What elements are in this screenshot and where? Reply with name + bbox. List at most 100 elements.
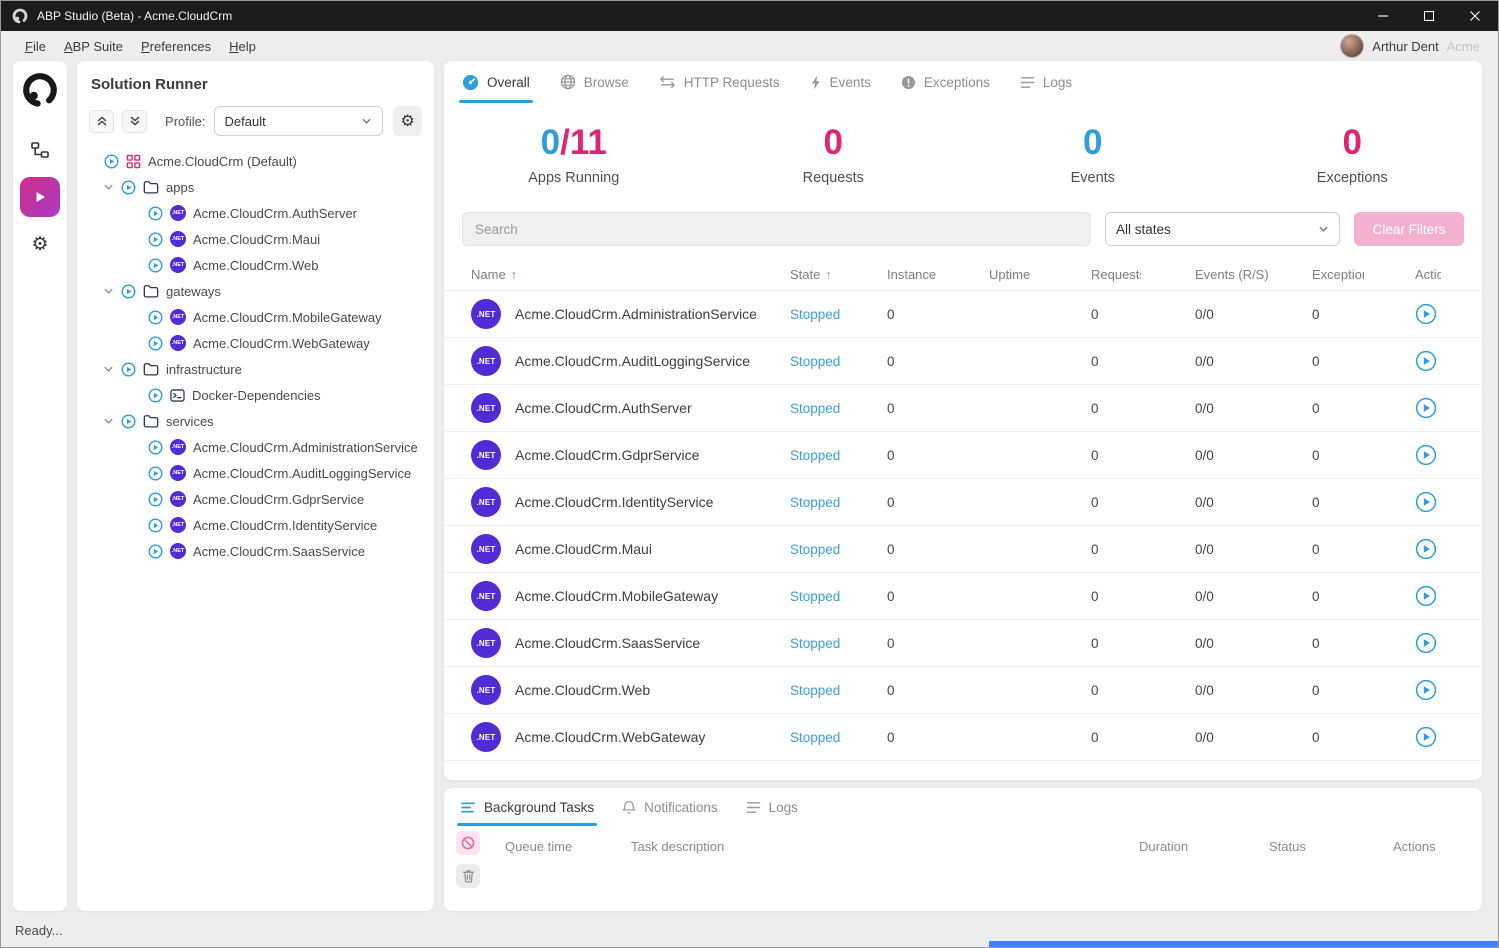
status-bar: Ready...	[1, 913, 76, 947]
clear-tasks-button[interactable]	[456, 864, 480, 888]
table-row[interactable]: .NET Acme.CloudCrm.WebGateway Stopped 0 …	[444, 714, 1482, 761]
tab-label: Background Tasks	[484, 800, 594, 815]
start-app-button[interactable]	[1415, 303, 1437, 325]
tab-background-tasks[interactable]: Background Tasks	[460, 788, 594, 826]
play-circle-icon[interactable]	[148, 492, 163, 507]
play-circle-icon[interactable]	[121, 284, 136, 299]
play-circle-icon[interactable]	[148, 440, 163, 455]
table-row[interactable]: .NET Acme.CloudCrm.IdentityService Stopp…	[444, 479, 1482, 526]
avatar[interactable]	[1340, 34, 1364, 58]
start-app-button[interactable]	[1415, 350, 1437, 372]
start-app-button[interactable]	[1415, 444, 1437, 466]
start-app-button[interactable]	[1415, 538, 1437, 560]
tree-item-app[interactable]: .NET Acme.CloudCrm.MobileGateway	[77, 304, 434, 330]
app-name: Acme.CloudCrm.IdentityService	[515, 494, 713, 510]
chevron-down-icon[interactable]	[103, 416, 114, 427]
tab-logs[interactable]: Logs	[1020, 61, 1072, 103]
tree-item-app[interactable]: .NET Acme.CloudCrm.AuditLoggingService	[77, 460, 434, 486]
search-input[interactable]	[462, 212, 1091, 246]
play-circle-icon[interactable]	[148, 544, 163, 559]
tree-item-folder[interactable]: services	[77, 408, 434, 434]
play-circle-icon[interactable]	[148, 518, 163, 533]
state-filter-select[interactable]: All states	[1105, 212, 1340, 246]
chevron-down-icon[interactable]	[103, 182, 114, 193]
play-circle-icon[interactable]	[148, 232, 163, 247]
menu-help[interactable]: Help	[229, 39, 256, 54]
play-circle-icon[interactable]	[148, 310, 163, 325]
tree-item-app[interactable]: .NET Acme.CloudCrm.WebGateway	[77, 330, 434, 356]
dotnet-icon-text: .NET	[172, 262, 185, 268]
expand-all-button[interactable]	[122, 110, 147, 133]
tab-bottom-logs[interactable]: Logs	[746, 788, 798, 826]
column-state[interactable]: State↑	[790, 267, 887, 282]
chevron-down-icon[interactable]	[103, 364, 114, 375]
tree-item-app[interactable]: .NET Acme.CloudCrm.Web	[77, 252, 434, 278]
tab-events[interactable]: Events	[810, 61, 871, 103]
play-circle-icon[interactable]	[104, 154, 119, 169]
clear-filters-button[interactable]: Clear Filters	[1354, 212, 1464, 246]
tab-http-requests[interactable]: HTTP Requests	[659, 61, 780, 103]
task-list-icon	[460, 801, 476, 814]
play-circle-icon[interactable]	[148, 466, 163, 481]
table-row[interactable]: .NET Acme.CloudCrm.GdprService Stopped 0…	[444, 432, 1482, 479]
tree-item-app[interactable]: .NET Acme.CloudCrm.GdprService	[77, 486, 434, 512]
menu-file[interactable]: File	[25, 39, 46, 54]
column-queue-time: Queue time	[505, 839, 631, 854]
cell-exceptions: 0	[1312, 730, 1415, 745]
minimize-button[interactable]	[1360, 1, 1406, 31]
play-circle-icon[interactable]	[148, 258, 163, 273]
solution-runner-button[interactable]	[20, 177, 60, 217]
table-row[interactable]: .NET Acme.CloudCrm.AuditLoggingService S…	[444, 338, 1482, 385]
folder-icon	[143, 362, 159, 376]
dotnet-icon-text: .NET	[476, 545, 495, 554]
tree-item-docker[interactable]: Docker-Dependencies	[77, 382, 434, 408]
start-app-button[interactable]	[1415, 491, 1437, 513]
table-row[interactable]: .NET Acme.CloudCrm.MobileGateway Stopped…	[444, 573, 1482, 620]
user-area[interactable]: Arthur Dent Acme	[1340, 34, 1480, 58]
table-row[interactable]: .NET Acme.CloudCrm.SaasService Stopped 0…	[444, 620, 1482, 667]
tree-item-folder[interactable]: gateways	[77, 278, 434, 304]
tab-exceptions[interactable]: Exceptions	[901, 61, 990, 103]
table-row[interactable]: .NET Acme.CloudCrm.Web Stopped 0 0 0/0 0	[444, 667, 1482, 714]
tree-item-app[interactable]: .NET Acme.CloudCrm.Maui	[77, 226, 434, 252]
play-circle-icon[interactable]	[148, 336, 163, 351]
play-circle-icon[interactable]	[121, 180, 136, 195]
start-app-button[interactable]	[1415, 585, 1437, 607]
dotnet-icon: .NET	[170, 439, 186, 455]
maximize-button[interactable]	[1406, 1, 1452, 31]
tab-notifications[interactable]: Notifications	[622, 788, 718, 826]
tree-item-folder[interactable]: apps	[77, 174, 434, 200]
cell-instance: 0	[887, 636, 989, 651]
tree-item-folder[interactable]: infrastructure	[77, 356, 434, 382]
tab-browse[interactable]: Browse	[560, 61, 629, 103]
profile-settings-button[interactable]: ⚙	[393, 106, 422, 136]
play-circle-icon[interactable]	[148, 388, 163, 403]
play-circle-icon[interactable]	[148, 206, 163, 221]
profile-select[interactable]: Default	[214, 106, 384, 136]
start-app-button[interactable]	[1415, 397, 1437, 419]
settings-button[interactable]: ⚙	[20, 227, 60, 261]
chevron-down-icon[interactable]	[103, 286, 114, 297]
table-row[interactable]: .NET Acme.CloudCrm.AdministrationService…	[444, 291, 1482, 338]
close-button[interactable]	[1452, 1, 1498, 31]
tree-item-app[interactable]: .NET Acme.CloudCrm.IdentityService	[77, 512, 434, 538]
solution-explorer-button[interactable]	[20, 135, 60, 165]
cancel-tasks-button[interactable]	[456, 831, 480, 855]
tab-overall[interactable]: Overall	[462, 61, 530, 103]
collapse-all-button[interactable]	[89, 110, 114, 133]
tree-item-solution-root[interactable]: Acme.CloudCrm (Default)	[77, 148, 434, 174]
start-app-button[interactable]	[1415, 726, 1437, 748]
tree-item-app[interactable]: .NET Acme.CloudCrm.AuthServer	[77, 200, 434, 226]
menu-preferences[interactable]: Preferences	[141, 39, 211, 54]
tree-item-app[interactable]: .NET Acme.CloudCrm.AdministrationService	[77, 434, 434, 460]
cell-instance: 0	[887, 354, 989, 369]
play-circle-icon[interactable]	[121, 362, 136, 377]
column-name[interactable]: Name↑	[471, 267, 790, 282]
play-circle-icon[interactable]	[121, 414, 136, 429]
tree-item-app[interactable]: .NET Acme.CloudCrm.SaasService	[77, 538, 434, 564]
table-row[interactable]: .NET Acme.CloudCrm.Maui Stopped 0 0 0/0 …	[444, 526, 1482, 573]
start-app-button[interactable]	[1415, 632, 1437, 654]
table-row[interactable]: .NET Acme.CloudCrm.AuthServer Stopped 0 …	[444, 385, 1482, 432]
menu-abp-suite[interactable]: ABP Suite	[64, 39, 123, 54]
start-app-button[interactable]	[1415, 679, 1437, 701]
